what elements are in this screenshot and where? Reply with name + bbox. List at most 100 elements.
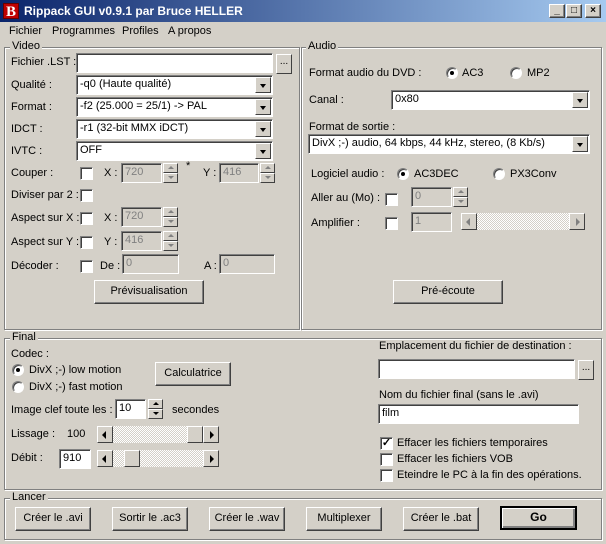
browse-dest-button[interactable]: ...: [578, 360, 594, 380]
logiciel-label: Logiciel audio :: [311, 168, 385, 180]
de-input[interactable]: 0: [122, 254, 179, 274]
ivtc-label: IVTC :: [11, 145, 43, 157]
scroll-left-icon[interactable]: [97, 450, 113, 467]
fichier-lst-input[interactable]: [76, 53, 273, 73]
aspect-y-input[interactable]: 416: [121, 231, 162, 251]
calculatrice-button[interactable]: Calculatrice: [155, 362, 231, 386]
menu-profiles[interactable]: Profiles: [122, 25, 159, 37]
opt-vob-checkbox[interactable]: [380, 453, 393, 466]
idct-value: -r1 (32-bit MMX iDCT): [80, 122, 189, 134]
dest-input[interactable]: [378, 359, 575, 379]
aller-spinner[interactable]: [453, 187, 468, 207]
format-sortie-label: Format de sortie :: [309, 121, 396, 133]
chevron-down-icon[interactable]: [255, 121, 271, 137]
chevron-down-icon[interactable]: [572, 136, 588, 152]
decoder-checkbox[interactable]: [80, 260, 93, 273]
lissage-value: 100: [67, 428, 86, 440]
keyframe-spinner[interactable]: [148, 399, 163, 419]
close-button[interactable]: ×: [585, 4, 601, 18]
video-legend: Video: [10, 40, 42, 52]
maximize-button[interactable]: □: [566, 4, 582, 18]
idct-select[interactable]: -r1 (32-bit MMX iDCT): [76, 119, 273, 139]
nom-input[interactable]: film: [378, 404, 579, 424]
go-button[interactable]: Go: [500, 506, 577, 530]
canal-value: 0x80: [395, 93, 419, 105]
amplifier-slider[interactable]: [461, 213, 585, 230]
chevron-down-icon[interactable]: [255, 77, 271, 93]
debit-thumb[interactable]: [124, 450, 140, 467]
couper-label: Couper :: [11, 167, 54, 179]
ivtc-select[interactable]: OFF: [76, 141, 273, 161]
scroll-right-icon[interactable]: [203, 450, 219, 467]
chevron-down-icon[interactable]: [572, 92, 588, 108]
creer-avi-button[interactable]: Créer le .avi: [15, 507, 91, 531]
aspect-x-checkbox[interactable]: [80, 212, 93, 225]
opt-eteindre-checkbox[interactable]: [380, 469, 393, 482]
couper-y-label: Y :: [203, 167, 217, 179]
minimize-button[interactable]: _: [549, 4, 565, 18]
aspect-y-checkbox[interactable]: [80, 236, 93, 249]
canal-select[interactable]: 0x80: [391, 90, 590, 110]
ac3-label: AC3: [462, 67, 484, 79]
audio-format-label: Format audio du DVD :: [309, 67, 422, 79]
aspect-y-label: Aspect sur Y :: [11, 236, 80, 248]
couper-y-spinner[interactable]: [260, 163, 275, 183]
amplifier-checkbox[interactable]: [385, 217, 398, 230]
a-label: A :: [204, 260, 217, 272]
creer-bat-button[interactable]: Créer le .bat: [403, 507, 479, 531]
chevron-down-icon[interactable]: [255, 143, 271, 159]
codec-fast-radio[interactable]: [12, 381, 24, 393]
aller-label: Aller au (Mo) :: [311, 192, 381, 204]
menu-fichier[interactable]: Fichier: [9, 25, 42, 37]
aspect-x-spinner[interactable]: [163, 207, 178, 227]
couper-x-input[interactable]: 720: [121, 163, 162, 183]
scroll-right-icon[interactable]: [203, 426, 219, 443]
ac3-radio[interactable]: [446, 67, 458, 79]
aller-input[interactable]: 0: [411, 187, 452, 207]
multiplexer-button[interactable]: Multiplexer: [306, 507, 382, 531]
sortir-ac3-button[interactable]: Sortir le .ac3: [112, 507, 188, 531]
aller-checkbox[interactable]: [385, 193, 398, 206]
format-sortie-select[interactable]: DivX ;-) audio, 64 kbps, 44 kHz, stereo,…: [308, 134, 590, 154]
lissage-slider[interactable]: [97, 426, 219, 443]
couper-x-spinner[interactable]: [163, 163, 178, 183]
opt-temp-checkbox[interactable]: ✓: [380, 437, 393, 450]
title-bar: B Rippack GUI v0.9.1 par Bruce HELLER _ …: [0, 0, 606, 22]
browse-lst-button[interactable]: ...: [276, 54, 292, 74]
opt-temp-label: Effacer les fichiers temporaires: [397, 437, 548, 449]
qualite-select[interactable]: -q0 (Haute qualité): [76, 75, 273, 95]
aspect-y-spinner[interactable]: [163, 231, 178, 251]
couper-checkbox[interactable]: [80, 167, 93, 180]
creer-wav-button[interactable]: Créer le .wav: [209, 507, 285, 531]
debit-input[interactable]: 910: [59, 449, 91, 469]
amplifier-input[interactable]: 1: [411, 212, 452, 232]
format-label: Format :: [11, 101, 52, 113]
aspect-x-x-label: X :: [104, 212, 118, 224]
chevron-down-icon[interactable]: [255, 99, 271, 115]
ac3dec-radio[interactable]: [397, 168, 409, 180]
preview-button[interactable]: Prévisualisation: [94, 280, 204, 304]
format-select[interactable]: -f2 (25.000 = 25/1) -> PAL: [76, 97, 273, 117]
scroll-left-icon[interactable]: [461, 213, 477, 230]
menu-apropos[interactable]: A propos: [168, 25, 211, 37]
debit-slider[interactable]: [97, 450, 219, 467]
diviser-checkbox[interactable]: [80, 189, 93, 202]
de-label: De :: [100, 260, 121, 272]
px3conv-radio[interactable]: [493, 168, 505, 180]
lissage-thumb[interactable]: [187, 426, 203, 443]
audio-legend: Audio: [306, 40, 339, 52]
couper-y-input[interactable]: 416: [219, 163, 259, 183]
menu-programmes[interactable]: Programmes: [52, 25, 115, 37]
amplifier-label: Amplifier :: [311, 217, 360, 229]
a-input[interactable]: 0: [219, 254, 275, 274]
aspect-x-input[interactable]: 720: [121, 207, 162, 227]
opt-eteindre-label: Eteindre le PC à la fin des opérations.: [397, 469, 582, 481]
keyframe-input[interactable]: 10: [115, 399, 146, 419]
mp2-radio[interactable]: [510, 67, 522, 79]
window-title: Rippack GUI v0.9.1 par Bruce HELLER: [24, 4, 243, 18]
scroll-left-icon[interactable]: [97, 426, 113, 443]
codec-low-radio[interactable]: [12, 364, 24, 376]
preecoute-button[interactable]: Pré-écoute: [393, 280, 503, 304]
mp2-label: MP2: [527, 67, 550, 79]
scroll-right-icon[interactable]: [569, 213, 585, 230]
